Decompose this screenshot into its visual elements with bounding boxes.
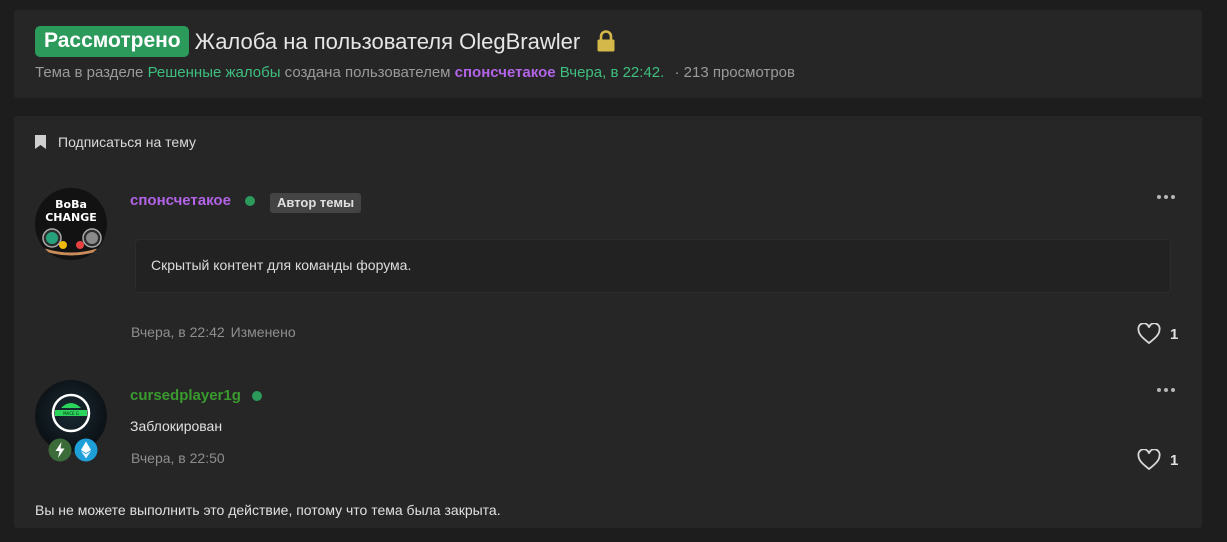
thread-header: Рассмотрено Жалоба на пользователя OlegB… bbox=[14, 10, 1202, 98]
thread-body: Подписаться на тему BoBa CHANGE спонсчет… bbox=[14, 116, 1202, 528]
thread-meta: Тема в разделе Решенные жалобы создана п… bbox=[35, 64, 795, 81]
edited-label[interactable]: Изменено bbox=[231, 324, 296, 340]
lightning-badge-icon[interactable] bbox=[48, 438, 72, 462]
heart-icon bbox=[1137, 323, 1161, 345]
user-badges bbox=[48, 438, 98, 462]
like-count: 1 bbox=[1170, 451, 1179, 469]
title-row: Рассмотрено Жалоба на пользователя OlegB… bbox=[35, 26, 616, 57]
meta-created-by: создана пользователем bbox=[284, 64, 451, 81]
post-date-link[interactable]: Вчера, в 22:42 bbox=[131, 324, 225, 340]
meta-section-prefix: Тема в разделе bbox=[35, 64, 144, 81]
hidden-content-box: Скрытый контент для команды форума. bbox=[136, 240, 1170, 292]
lock-icon bbox=[596, 29, 616, 52]
more-options-icon[interactable] bbox=[1157, 388, 1175, 392]
avatar[interactable]: BoBa CHANGE bbox=[35, 188, 107, 260]
like-button[interactable]: 1 bbox=[1137, 323, 1178, 345]
more-options-icon[interactable] bbox=[1157, 195, 1175, 199]
thread-date-link[interactable]: Вчера, в 22:42. bbox=[560, 64, 665, 81]
post-body: Заблокирован bbox=[130, 418, 223, 434]
subscribe-button[interactable]: Подписаться на тему bbox=[35, 134, 196, 150]
avatar-text-line1: BoBa bbox=[55, 198, 87, 211]
views-count: · 213 просмотров bbox=[674, 64, 795, 81]
like-button[interactable]: 1 bbox=[1137, 449, 1178, 471]
section-link[interactable]: Решенные жалобы bbox=[148, 64, 281, 81]
thread-author-link[interactable]: спонсчетакое bbox=[455, 64, 556, 81]
heart-icon bbox=[1137, 449, 1161, 471]
post-date-link[interactable]: Вчера, в 22:50 bbox=[131, 450, 225, 466]
online-indicator bbox=[245, 196, 255, 206]
thread-closed-notice: Вы не можете выполнить это действие, пот… bbox=[35, 502, 501, 518]
status-prefix-badge[interactable]: Рассмотрено bbox=[35, 26, 189, 57]
hidden-content-text: Скрытый контент для команды форума. bbox=[151, 257, 412, 273]
bookmark-icon bbox=[35, 135, 46, 149]
like-count: 1 bbox=[1170, 325, 1179, 343]
post-footer: Вчера, в 22:42 Изменено bbox=[131, 324, 296, 340]
avatar-text-line2: CHANGE bbox=[45, 211, 97, 224]
svg-text:MACE G: MACE G bbox=[63, 411, 79, 416]
subscribe-label: Подписаться на тему bbox=[58, 134, 196, 150]
thread-title: Жалоба на пользователя OlegBrawler bbox=[194, 28, 581, 54]
post-username[interactable]: спонсчетакое bbox=[130, 192, 231, 209]
ethereum-badge-icon[interactable] bbox=[74, 438, 98, 462]
author-tag-badge: Автор темы bbox=[270, 193, 362, 213]
post-username[interactable]: cursedplayer1g bbox=[130, 387, 241, 404]
online-indicator bbox=[252, 391, 262, 401]
